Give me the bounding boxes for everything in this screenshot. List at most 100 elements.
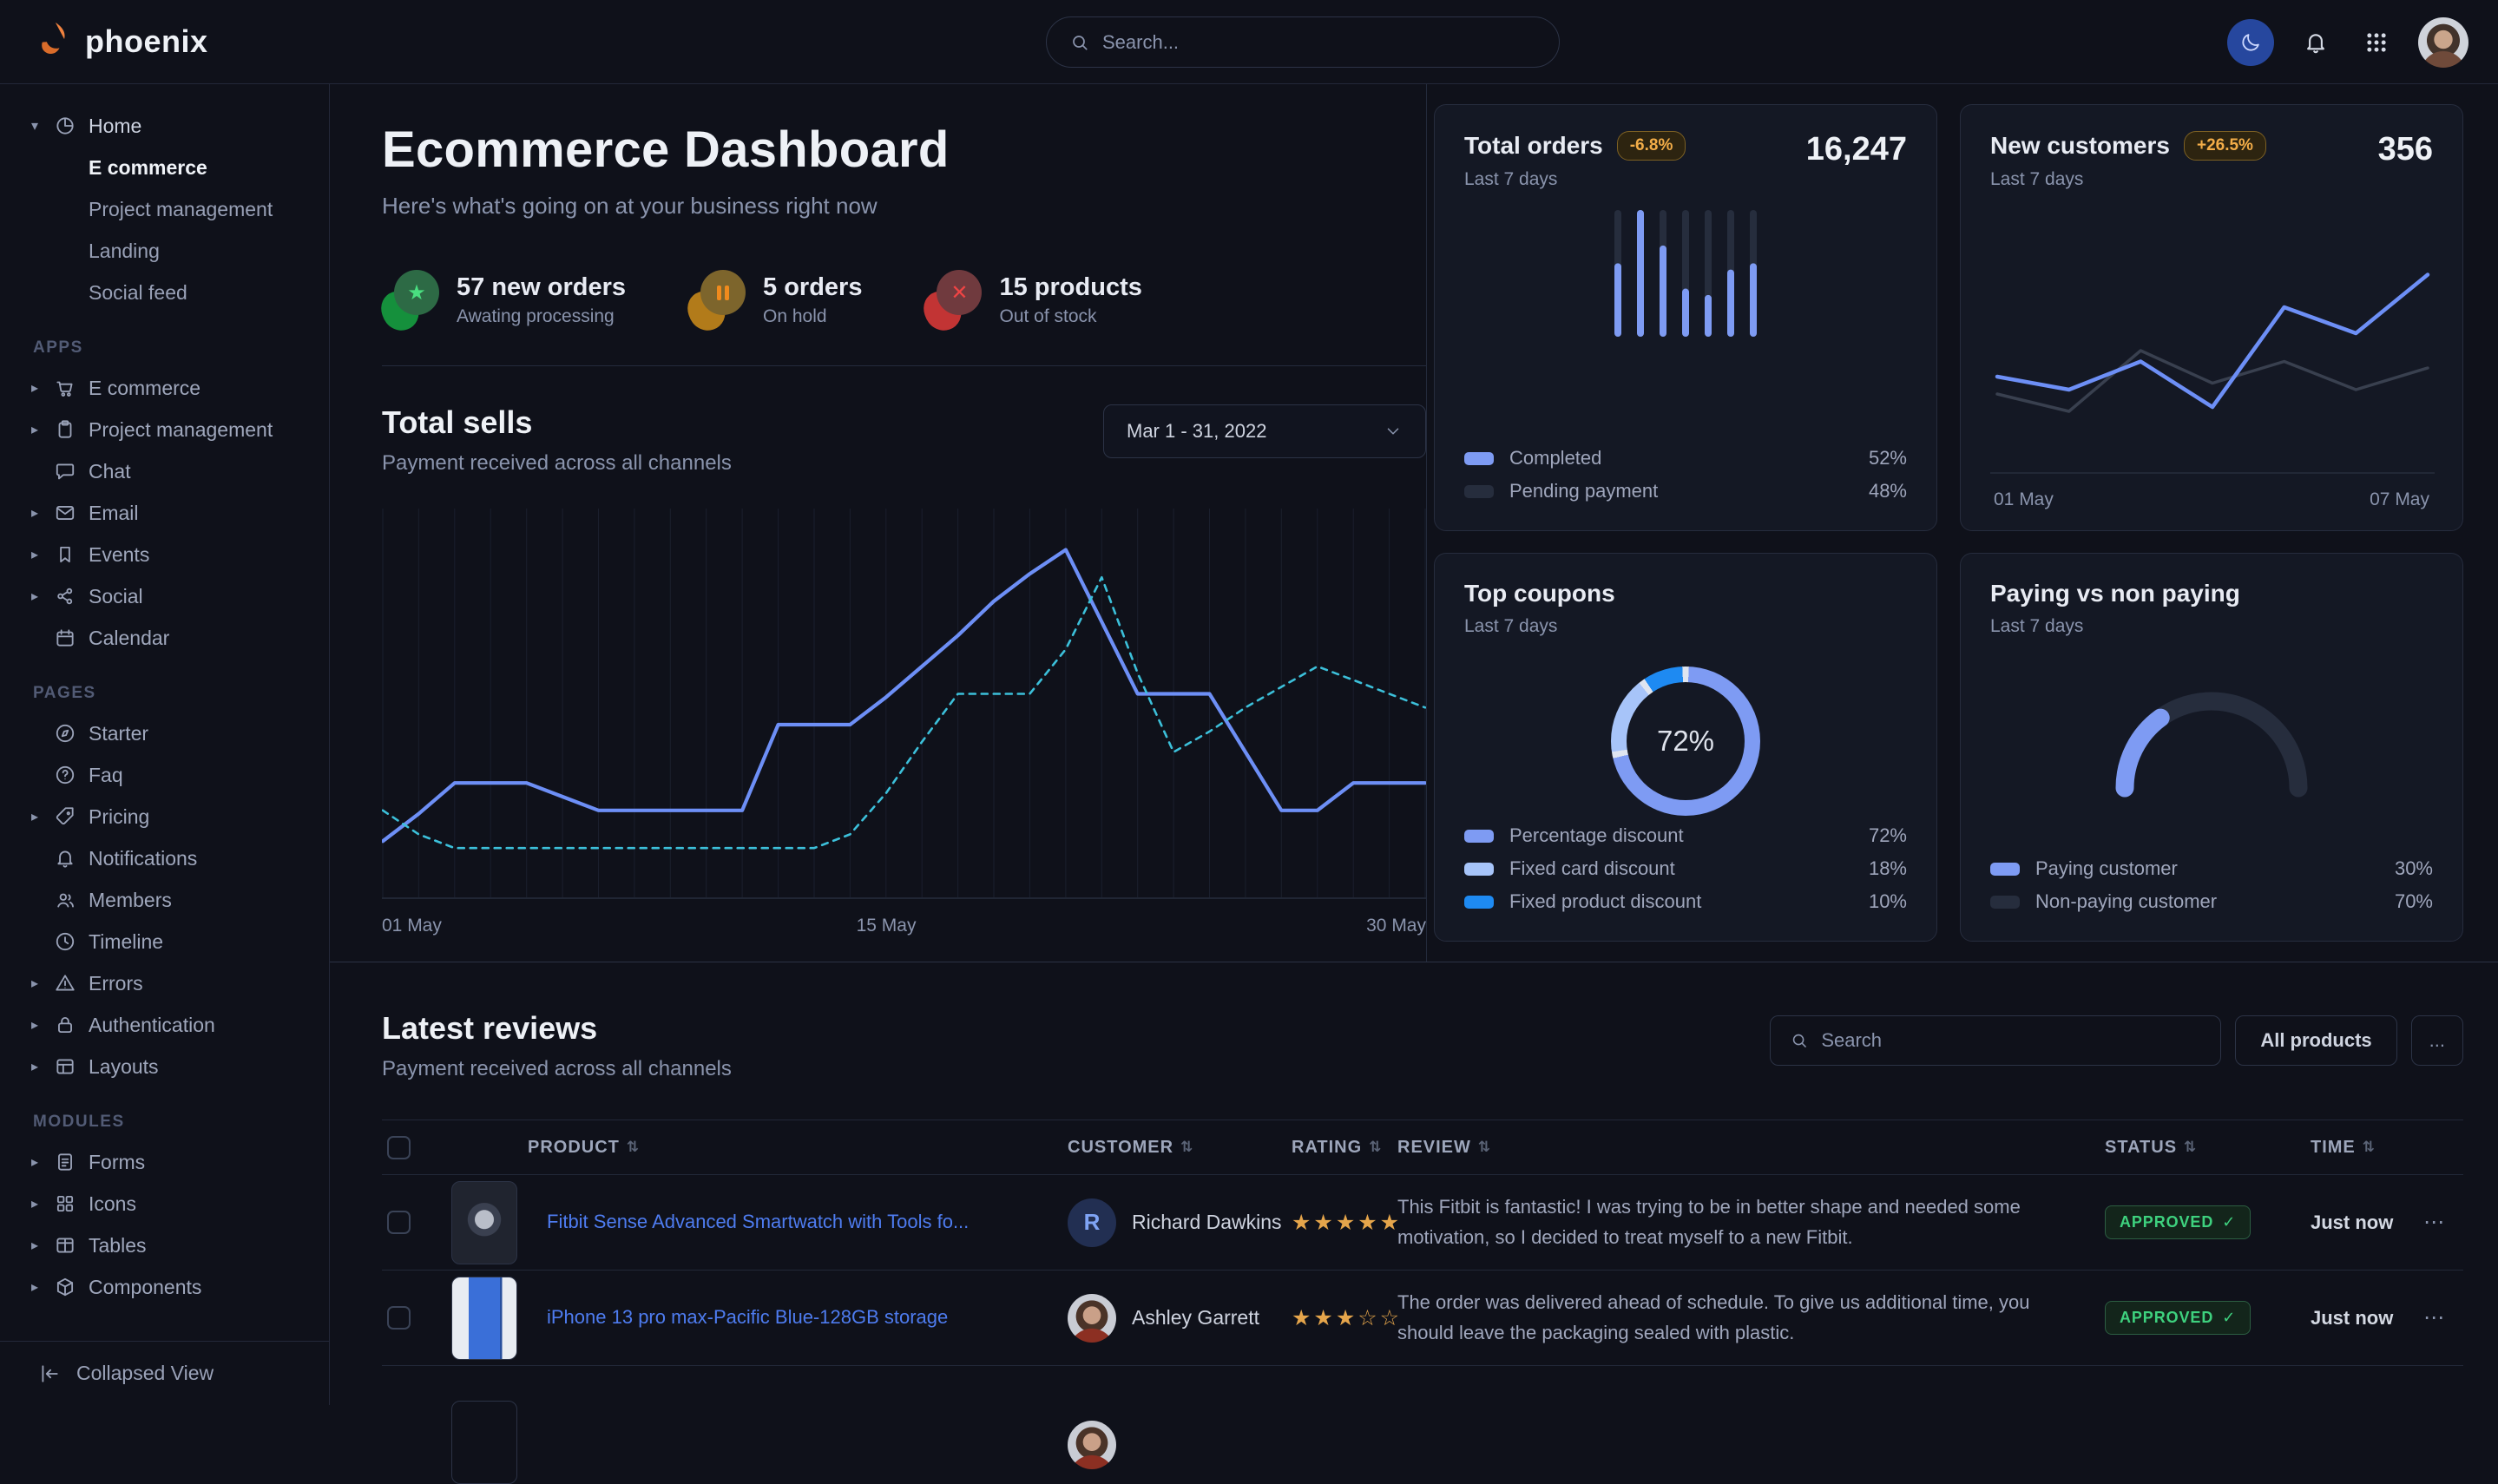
- collapse-label: Collapsed View: [76, 1362, 214, 1385]
- reviews-search[interactable]: [1770, 1015, 2221, 1066]
- top-coupons-title: Top coupons: [1464, 580, 1907, 607]
- top-coupons-card: Top coupons Last 7 days 72% Percentage d…: [1434, 553, 1937, 942]
- review-text: This Fitbit is fantastic! I was trying t…: [1397, 1192, 2105, 1251]
- sidebar-subitem-project-management[interactable]: Project management: [0, 188, 329, 230]
- select-all-checkbox[interactable]: [387, 1136, 411, 1159]
- avatar: R: [1068, 1198, 1116, 1247]
- legend-row: Non-paying customer70%: [1990, 885, 2433, 918]
- paying-title: Paying vs non paying: [1990, 580, 2433, 607]
- reviews-table: PRODUCT⇅ CUSTOMER⇅ RATING⇅ REVIEW⇅ STATU…: [382, 1120, 2463, 1470]
- sidebar-item-social[interactable]: ▸Social: [0, 575, 329, 617]
- sidebar-item-members[interactable]: Members: [0, 879, 329, 921]
- apps-menu-button[interactable]: [2357, 23, 2396, 62]
- form-icon: [54, 1151, 89, 1173]
- new-customers-value: 356: [2378, 131, 2433, 168]
- paying-gauge-chart: [1990, 679, 2433, 798]
- page-title: Ecommerce Dashboard: [382, 121, 1426, 179]
- sidebar-item-forms[interactable]: ▸Forms: [0, 1141, 329, 1183]
- sidebar-item-e-commerce[interactable]: ▸E commerce: [0, 367, 329, 409]
- sidebar-item-starter[interactable]: Starter: [0, 712, 329, 754]
- new-customers-x-labels: 01 May 07 May: [1990, 489, 2433, 510]
- product-thumbnail[interactable]: [451, 1181, 517, 1264]
- caret-icon: ▸: [31, 588, 54, 605]
- sidebar-item-email[interactable]: ▸Email: [0, 492, 329, 534]
- theme-toggle-button[interactable]: [2227, 19, 2274, 66]
- reviews-search-input[interactable]: [1821, 1029, 2201, 1052]
- column-header-product[interactable]: PRODUCT⇅: [451, 1138, 1068, 1158]
- product-thumbnail: [451, 1401, 517, 1484]
- date-range-select[interactable]: Mar 1 - 31, 2022: [1103, 404, 1426, 458]
- notifications-button[interactable]: [2297, 23, 2335, 62]
- caret-icon: ▸: [31, 379, 54, 397]
- new-customers-line-chart: [1990, 216, 2433, 481]
- sidebar-item-notifications[interactable]: Notifications: [0, 837, 329, 879]
- user-avatar[interactable]: [2418, 17, 2468, 68]
- search-input[interactable]: [1102, 31, 1536, 54]
- stat-item: ✕15 productsOut of stock: [924, 270, 1141, 331]
- product-link[interactable]: iPhone 13 pro max-Pacific Blue-128GB sto…: [547, 1304, 1068, 1331]
- legend-row: Completed52%: [1464, 442, 1907, 475]
- sidebar-subitem-e-commerce[interactable]: E commerce: [0, 147, 329, 188]
- row-checkbox[interactable]: [387, 1211, 411, 1234]
- sidebar-item-calendar[interactable]: Calendar: [0, 617, 329, 659]
- sidebar-item-timeline[interactable]: Timeline: [0, 921, 329, 962]
- clock-icon: [54, 930, 89, 953]
- share-icon: [54, 585, 89, 607]
- vertical-divider: [1426, 84, 1427, 962]
- sidebar-item-icons[interactable]: ▸Icons: [0, 1183, 329, 1225]
- tag-icon: [54, 805, 89, 828]
- sidebar-subitem-social-feed[interactable]: Social feed: [0, 272, 329, 313]
- all-products-button[interactable]: All products: [2235, 1015, 2396, 1066]
- search-icon: [1069, 32, 1090, 53]
- sidebar-item-home[interactable]: ▾Home: [0, 105, 329, 147]
- icons-icon: [54, 1192, 89, 1215]
- sidebar-section-label: PAGES: [33, 681, 329, 706]
- column-header-rating[interactable]: RATING⇅: [1292, 1138, 1397, 1158]
- total-sells-chart: [382, 509, 1426, 903]
- sidebar-item-chat[interactable]: Chat: [0, 450, 329, 492]
- sidebar-item-layouts[interactable]: ▸Layouts: [0, 1046, 329, 1087]
- sidebar-item-faq[interactable]: Faq: [0, 754, 329, 796]
- row-checkbox[interactable]: [387, 1306, 411, 1330]
- sidebar-item-authentication[interactable]: ▸Authentication: [0, 1004, 329, 1046]
- collapse-sidebar-button[interactable]: Collapsed View: [0, 1341, 329, 1405]
- column-header-customer[interactable]: CUSTOMER⇅: [1068, 1138, 1292, 1158]
- date-range-value: Mar 1 - 31, 2022: [1127, 420, 1266, 443]
- product-link[interactable]: Fitbit Sense Advanced Smartwatch with To…: [547, 1209, 1068, 1236]
- total-orders-card: Total orders -6.8% Last 7 days 16,247 Co…: [1434, 104, 1937, 531]
- mail-icon: [54, 502, 89, 524]
- row-more-button[interactable]: ⋯: [2404, 1210, 2463, 1235]
- new-customers-card: New customers +26.5% Last 7 days 356 01 …: [1960, 104, 2463, 531]
- legend-row: Fixed card discount18%: [1464, 852, 1907, 885]
- global-search[interactable]: [1046, 16, 1560, 68]
- sidebar-item-events[interactable]: ▸Events: [0, 534, 329, 575]
- users-icon: [54, 889, 89, 911]
- reviews-subtitle: Payment received across all channels: [382, 1057, 732, 1081]
- sidebar-subitem-landing[interactable]: Landing: [0, 230, 329, 272]
- sidebar-item-tables[interactable]: ▸Tables: [0, 1225, 329, 1266]
- sidebar-item-errors[interactable]: ▸Errors: [0, 962, 329, 1004]
- lock-icon: [54, 1014, 89, 1036]
- bell-icon: [54, 847, 89, 870]
- new-customers-title: New customers: [1990, 132, 2170, 160]
- rating-stars: ★★★★★: [1292, 1210, 1397, 1236]
- sidebar-item-components[interactable]: ▸Components: [0, 1266, 329, 1308]
- total-sells-x-labels: 01 May 15 May 30 May: [382, 916, 1426, 945]
- calendar-icon: [54, 627, 89, 649]
- time-cell: Just now: [2311, 1211, 2404, 1234]
- sidebar-item-pricing[interactable]: ▸Pricing: [0, 796, 329, 837]
- column-header-review[interactable]: REVIEW⇅: [1397, 1138, 2105, 1158]
- main-content: Ecommerce Dashboard Here's what's going …: [330, 84, 2498, 1405]
- sidebar-item-project-management[interactable]: ▸Project management: [0, 409, 329, 450]
- question-icon: [54, 764, 89, 786]
- column-header-time[interactable]: TIME⇅: [2311, 1138, 2404, 1158]
- column-header-status[interactable]: STATUS⇅: [2105, 1138, 2311, 1158]
- sort-icon: ⇅: [627, 1139, 640, 1156]
- moon-icon: [2239, 31, 2262, 54]
- reviews-more-button[interactable]: ...: [2411, 1015, 2463, 1066]
- caret-icon: ▸: [31, 808, 54, 825]
- new-customers-badge: +26.5%: [2184, 131, 2266, 161]
- product-thumbnail[interactable]: [451, 1277, 517, 1360]
- row-more-button[interactable]: ⋯: [2404, 1305, 2463, 1330]
- app-logo[interactable]: phoenix: [0, 20, 208, 64]
